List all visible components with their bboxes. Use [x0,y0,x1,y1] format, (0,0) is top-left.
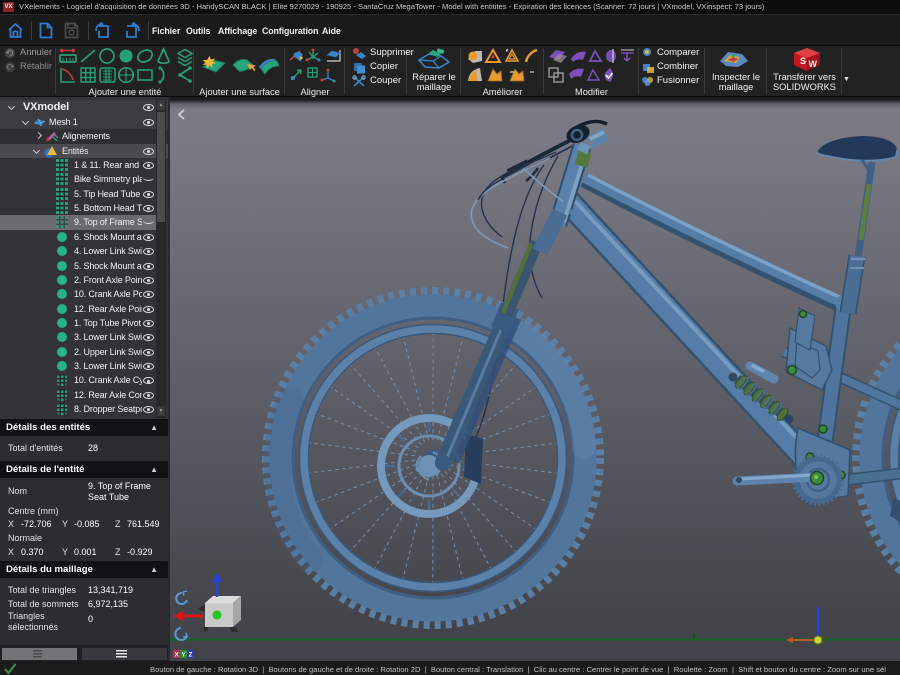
svg-text:S: S [800,56,806,66]
svg-text:X: X [175,652,180,659]
svg-text:W: W [809,59,818,69]
svg-text:Z: Z [189,652,193,659]
svg-text:Y: Y [182,652,187,659]
